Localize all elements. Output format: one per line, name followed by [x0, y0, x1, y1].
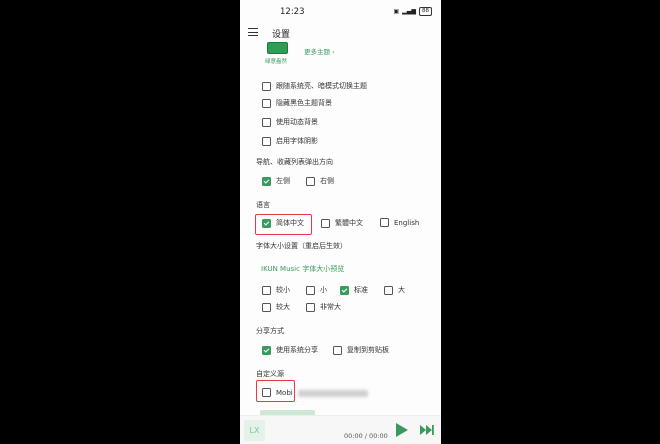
option-nav-right[interactable]: 右侧 — [306, 176, 334, 186]
option-font-huge[interactable]: 非常大 — [306, 302, 341, 312]
option-share-clipboard[interactable]: 复制到剪贴板 — [333, 345, 389, 355]
option-label: 左侧 — [276, 177, 290, 185]
status-time: 12:23 — [280, 7, 305, 17]
checkbox[interactable] — [380, 218, 389, 227]
option-lang-en[interactable]: English — [380, 218, 419, 227]
checkbox[interactable] — [262, 117, 271, 127]
option-label: 较大 — [276, 303, 290, 311]
phone-screen: 12:23 ▣ ▂▄▆ 88 设置 绿意盎然 更多主题 › 跟随系统亮、暗模式切… — [240, 0, 441, 444]
checkbox[interactable] — [306, 285, 315, 295]
option-label: English — [394, 218, 420, 227]
option-label: 使用动态背景 — [276, 118, 318, 126]
checkbox[interactable] — [262, 81, 271, 91]
checkbox[interactable] — [340, 285, 349, 295]
option-label: 大 — [398, 286, 405, 294]
nav-direction-title: 导航、收藏列表弹出方向 — [256, 158, 333, 166]
option-label: 使用系统分享 — [276, 346, 318, 354]
checkbox[interactable] — [262, 302, 271, 312]
custom-source-title: 自定义源 — [256, 370, 284, 378]
option-label: 较小 — [276, 286, 290, 294]
player-bar: LX 00:00 / 00:00 — [240, 415, 441, 444]
more-themes-link[interactable]: 更多主题 › — [304, 46, 335, 56]
checkbox[interactable] — [262, 98, 271, 108]
option-label: 小 — [320, 286, 327, 294]
option-label: 复制到剪贴板 — [347, 346, 389, 354]
share-title: 分享方式 — [256, 327, 284, 335]
highlight-box — [255, 214, 312, 235]
battery-icon: 88 — [419, 7, 432, 16]
option-label: 启用字体阴影 — [276, 137, 318, 145]
option-font-smaller[interactable]: 较小 — [262, 285, 290, 295]
option-dynamic-bg[interactable]: 使用动态背景 — [262, 117, 318, 127]
checkbox[interactable] — [262, 136, 271, 146]
font-size-title: 字体大小设置（重启后生效） — [256, 242, 347, 250]
font-size-preview: IKUN Music 字体大小预览 — [261, 265, 345, 273]
checkbox[interactable] — [333, 345, 342, 355]
page-title: 设置 — [272, 30, 291, 40]
checkbox[interactable] — [262, 285, 271, 295]
option-label: 右侧 — [320, 177, 334, 185]
option-font-standard[interactable]: 标准 — [340, 285, 368, 295]
language-title: 语言 — [256, 201, 270, 209]
option-label: 跟随系统亮、暗模式切换主题 — [276, 82, 367, 90]
option-label: 繁體中文 — [335, 219, 363, 227]
option-font-larger[interactable]: 较大 — [262, 302, 290, 312]
theme-name: 绿意盎然 — [265, 59, 288, 65]
option-share-system[interactable]: 使用系统分享 — [262, 345, 318, 355]
option-nav-left[interactable]: 左侧 — [262, 176, 290, 186]
status-bar: 12:23 ▣ ▂▄▆ 88 — [240, 0, 441, 22]
lx-logo: LX — [244, 420, 265, 441]
option-label: 隐藏黑色主题背景 — [276, 99, 332, 107]
checkbox[interactable] — [262, 176, 271, 186]
option-hide-black-bg[interactable]: 隐藏黑色主题背景 — [262, 98, 332, 108]
option-label: 标准 — [354, 286, 368, 294]
option-font-shadow[interactable]: 启用字体阴影 — [262, 136, 318, 146]
checkbox[interactable] — [384, 285, 393, 295]
option-lang-zh-tw[interactable]: 繁體中文 — [321, 218, 363, 228]
option-follow-system[interactable]: 跟随系统亮、暗模式切换主题 — [262, 81, 367, 91]
signal-icon: ▂▄▆ — [402, 8, 416, 15]
playback-time: 00:00 / 00:00 — [344, 432, 388, 440]
chevron-right-icon: › — [332, 48, 335, 56]
highlight-box — [256, 380, 295, 402]
checkbox[interactable] — [262, 345, 271, 355]
nfc-icon: ▣ — [393, 8, 400, 15]
blurred-source-name — [298, 390, 368, 397]
next-icon[interactable] — [420, 425, 434, 435]
menu-icon[interactable] — [248, 28, 258, 37]
option-font-small[interactable]: 小 — [306, 285, 327, 295]
status-icons: ▣ ▂▄▆ 88 — [393, 7, 432, 16]
app-bar: 设置 — [240, 22, 441, 44]
theme-thumbnail[interactable] — [267, 42, 288, 54]
checkbox[interactable] — [321, 218, 330, 228]
checkbox[interactable] — [306, 302, 315, 312]
play-icon[interactable] — [396, 423, 408, 437]
checkbox[interactable] — [306, 176, 315, 186]
option-label: 非常大 — [320, 303, 341, 311]
option-font-large[interactable]: 大 — [384, 285, 405, 295]
